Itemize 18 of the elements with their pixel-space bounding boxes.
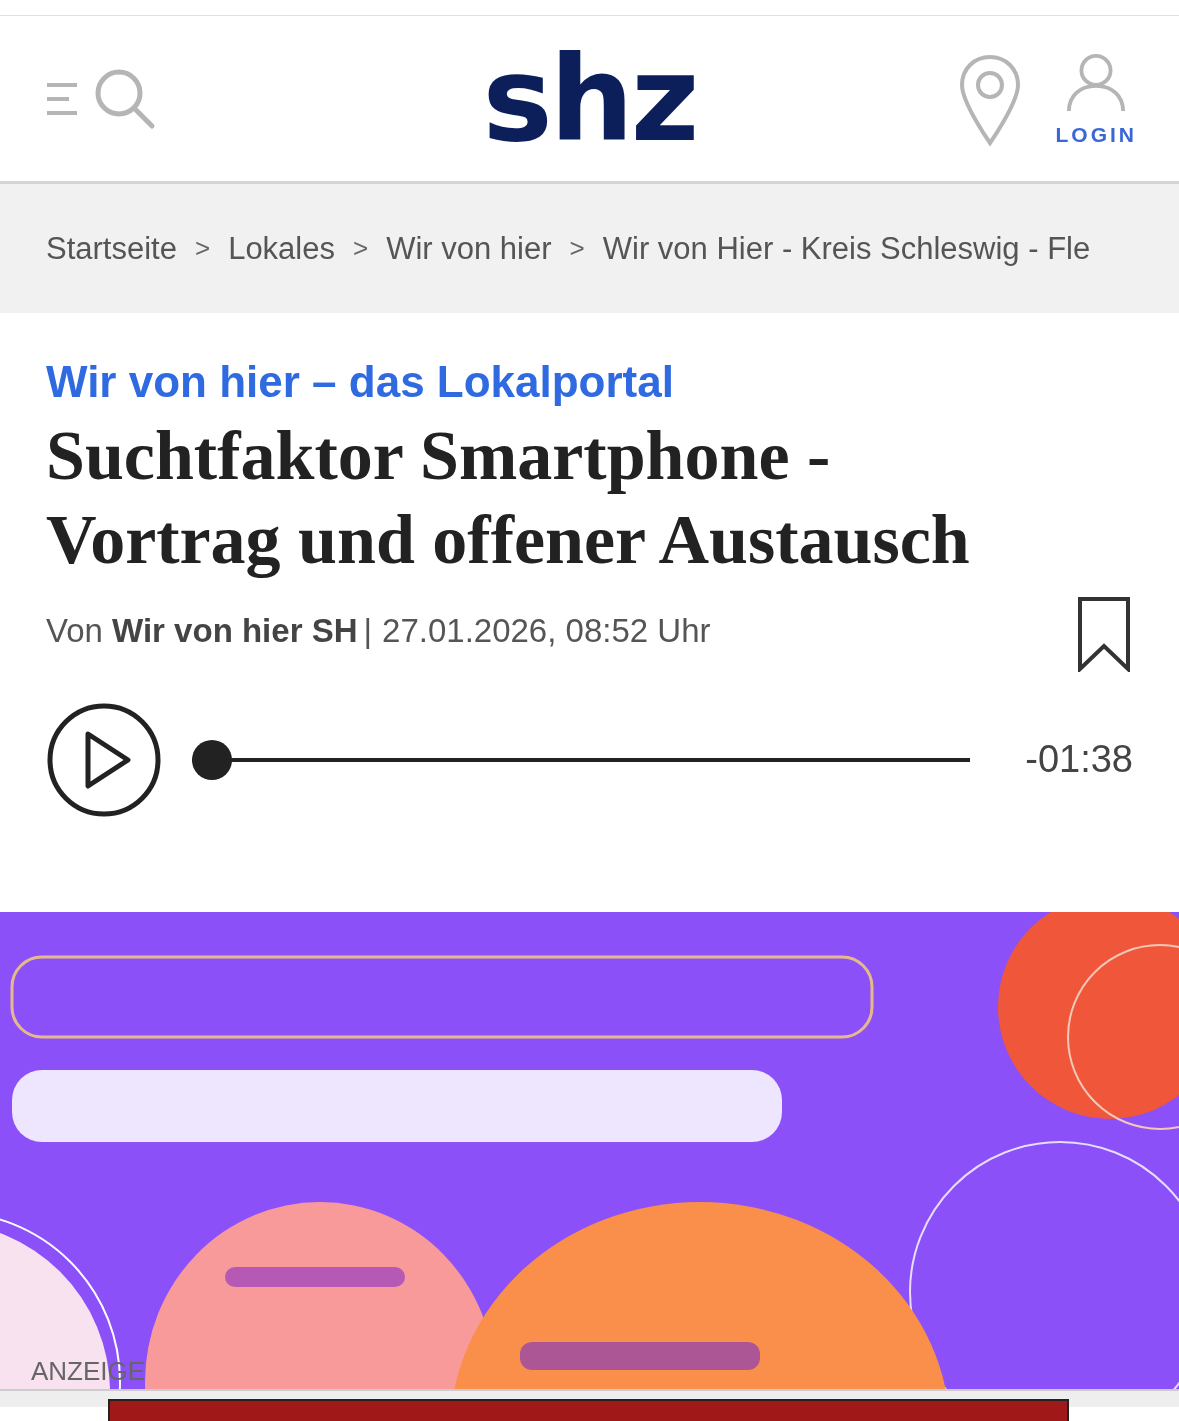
byline-separator: | <box>363 611 373 649</box>
author-byline: Von Wir von hier SH <box>46 611 358 649</box>
progress-thumb[interactable] <box>192 739 232 780</box>
breadcrumb-link[interactable]: Wir von hier <box>386 230 552 267</box>
bookmark-icon[interactable] <box>1077 595 1131 672</box>
section-link[interactable]: Wir von hier – das Lokalportal <box>46 357 1133 408</box>
breadcrumb-link[interactable]: Lokales <box>228 230 335 267</box>
play-button[interactable] <box>46 701 162 818</box>
logo[interactable]: shz <box>482 40 697 158</box>
breadcrumb-separator: > <box>194 233 211 264</box>
article-headline: Suchtfaktor Smartphone - Vortrag und offener Austausch <box>46 415 971 580</box>
breadcrumb-separator: > <box>569 233 585 264</box>
login-button[interactable]: LOGIN <box>1055 50 1137 147</box>
remaining-time: -01:38 <box>1025 738 1133 782</box>
breadcrumb-link[interactable]: Startseite <box>46 230 177 267</box>
breadcrumb-link[interactable]: Wir von Hier - Kreis Schleswig - Fle <box>602 230 1091 267</box>
publish-date: 27.01.2026, 08:52 Uhr <box>382 611 711 649</box>
breadcrumb-separator: > <box>353 233 369 264</box>
